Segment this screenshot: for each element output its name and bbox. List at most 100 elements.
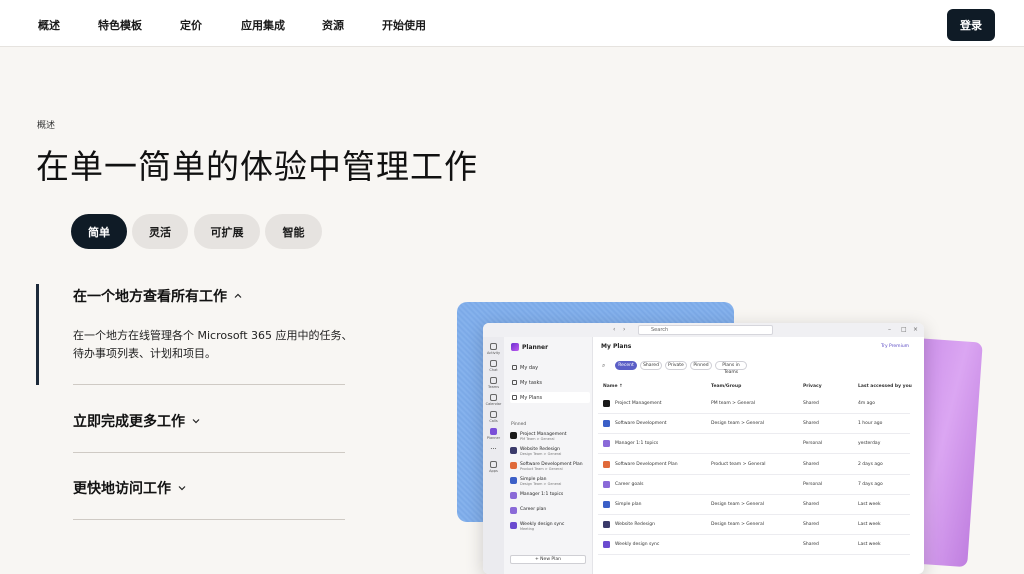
back-icon: ‹ <box>613 326 616 333</box>
cell-last-accessed: Last week <box>858 502 881 507</box>
cell-privacy: Shared <box>803 502 819 507</box>
sidebar-plan: Manager 1:1 topics <box>510 492 592 499</box>
cell-privacy: Personal <box>803 441 823 447</box>
tasks-icon <box>512 380 517 385</box>
nav-get-started[interactable]: 开始使用 <box>382 17 426 33</box>
cell-privacy: Shared <box>803 421 819 427</box>
sun-icon <box>512 365 517 370</box>
cell-name: Weekly design sync <box>615 542 660 548</box>
table-row: Software Development Plan Product team > … <box>598 455 910 475</box>
tab-scalable[interactable]: 可扩展 <box>194 214 260 249</box>
table-row: Manager 1:1 topics Personal yesterday <box>598 434 910 455</box>
cell-last-accessed: 1 hour ago <box>858 421 883 427</box>
plan-name: Manager 1:1 topics <box>520 492 564 497</box>
cell-name: Manager 1:1 topics <box>615 441 659 447</box>
plan-icon <box>603 501 610 508</box>
minimize-icon: – <box>888 326 891 333</box>
sidebar-plan: Software Development Plan Product Team > … <box>510 462 592 471</box>
sidebar-plan: Career plan <box>510 507 592 514</box>
accordion-header-3[interactable]: 更快地访问工作 <box>73 478 187 498</box>
sidebar-plan: Weekly design sync Meeting <box>510 522 592 531</box>
planner-sidebar: Planner My day My tasks My Plans Pinned … <box>504 337 593 574</box>
nav-overview[interactable]: 概述 <box>38 17 60 33</box>
nav-resources[interactable]: 资源 <box>322 17 344 33</box>
accordion-header-1[interactable]: 在一个地方查看所有工作 <box>73 286 243 306</box>
divider <box>73 519 345 520</box>
eyebrow: 概述 <box>37 121 56 131</box>
cell-last-accessed: Last week <box>858 542 881 548</box>
plan-name: Career plan <box>520 507 547 512</box>
nav-pricing[interactable]: 定价 <box>180 17 202 33</box>
cell-team: PM team > General <box>711 401 756 406</box>
col-team: Team/Group <box>711 384 742 389</box>
try-premium-link: Try Premium <box>881 344 910 349</box>
sidebar-plan: Simple plan Design Team > General <box>510 477 592 486</box>
maximize-icon: □ <box>901 326 907 333</box>
rail-teams: Teams <box>485 377 502 389</box>
sidebar-plan: Project Management PM Team > General <box>510 432 592 441</box>
col-name: Name ↑ <box>603 384 623 389</box>
forward-icon: › <box>623 326 626 333</box>
cell-team: Product team > General <box>711 461 766 467</box>
plan-icon <box>510 507 517 514</box>
table-row: Weekly design sync Shared Last week <box>598 535 910 556</box>
cell-team: Design team > General <box>711 421 765 427</box>
login-button[interactable]: 登录 <box>947 9 995 41</box>
col-last-accessed: Last accessed by you <box>858 384 912 389</box>
filter-plans-in-teams: Plans in Teams <box>715 361 747 375</box>
pinned-label: Pinned <box>511 422 527 427</box>
rail-calls: Calls <box>485 411 502 423</box>
accordion-title: 在一个地方查看所有工作 <box>73 289 227 305</box>
accordion-header-2[interactable]: 立即完成更多工作 <box>73 411 201 431</box>
table-row: Software Development Design team > Genera… <box>598 414 910 435</box>
plan-icon <box>510 447 517 454</box>
cell-privacy: Shared <box>803 401 819 406</box>
sidebar-item-my-tasks: My tasks <box>510 377 590 388</box>
table-row: Project Management PM team > General Share… <box>598 394 910 414</box>
cell-last-accessed: 2 days ago <box>858 461 883 467</box>
sidebar-plan: Website Redesign Design Team > General <box>510 447 592 456</box>
sidebar-item-my-day: My day <box>510 362 590 373</box>
cell-last-accessed: 7 days ago <box>858 481 883 487</box>
nav-templates[interactable]: 特色模板 <box>98 17 142 33</box>
divider <box>73 384 345 385</box>
apps-icon <box>490 461 497 468</box>
divider <box>73 452 345 453</box>
plan-sub: PM Team > General <box>520 437 555 441</box>
chevron-down-icon <box>178 486 186 491</box>
plan-icon <box>510 462 517 469</box>
cell-last-accessed: 4m ago <box>858 401 876 406</box>
cell-name: Software Development Plan <box>615 461 678 467</box>
cell-name: Simple plan <box>615 502 642 507</box>
plan-icon <box>510 477 517 484</box>
tab-simple[interactable]: 简单 <box>71 214 127 249</box>
plan-icon <box>603 440 610 448</box>
filter-pinned: Pinned <box>690 361 712 370</box>
window-titlebar: ‹ › Search – □ × <box>483 323 924 337</box>
tab-flexible[interactable]: 灵活 <box>132 214 188 249</box>
cell-team: Design team > General <box>711 522 765 528</box>
rail-calendar: Calendar <box>485 394 502 406</box>
nav-integrations[interactable]: 应用集成 <box>241 17 285 33</box>
cell-name: Website Redesign <box>615 522 655 528</box>
filter-shared: Shared <box>640 361 662 370</box>
plan-sub: Product Team > General <box>520 467 563 471</box>
plan-icon <box>603 480 610 488</box>
tab-smart[interactable]: 智能 <box>265 214 322 249</box>
rail-apps: Apps <box>485 461 502 473</box>
cell-privacy: Shared <box>803 522 819 528</box>
rail-activity: Activity <box>485 343 502 355</box>
filter-private: Private <box>665 361 687 370</box>
plan-sub: Meeting <box>520 527 535 531</box>
my-plans-title: My Plans <box>601 343 632 350</box>
accordion-title: 更快地访问工作 <box>73 481 171 497</box>
cell-privacy: Personal <box>803 481 823 487</box>
plan-sub: Design Team > General <box>520 452 562 456</box>
cell-name: Career goals <box>615 481 644 487</box>
grid-icon <box>512 395 517 400</box>
rail-chat: Chat <box>485 360 502 372</box>
plan-icon <box>510 522 517 529</box>
plan-icon <box>603 541 610 549</box>
rail-more: ••• <box>490 447 497 451</box>
planner-app-screenshot: ‹ › Search – □ × Activity Chat Teams Cal… <box>483 323 924 574</box>
